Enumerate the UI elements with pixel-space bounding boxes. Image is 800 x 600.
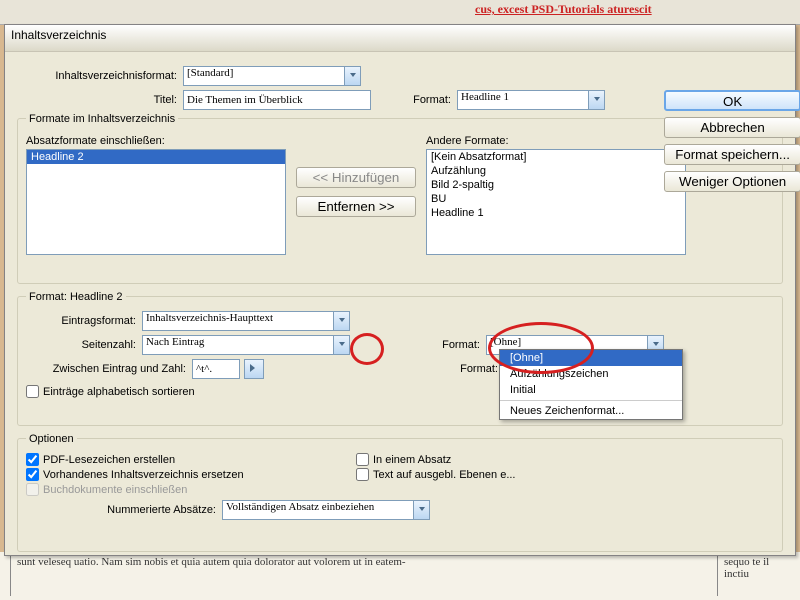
label-format3: Format: [436, 363, 504, 375]
label-replace: Vorhandenes Inhaltsverzeichnis ersetzen [43, 469, 244, 481]
label-titel: Titel: [17, 94, 183, 106]
include-item-headline2[interactable]: Headline 2 [27, 150, 285, 164]
dialog-title: Inhaltsverzeichnis [5, 25, 795, 52]
other-item[interactable]: Headline 1 [427, 206, 685, 220]
between-flyout-button[interactable] [244, 359, 264, 379]
remove-button[interactable]: Entfernen >> [296, 196, 416, 217]
combo-num-para[interactable]: Vollständigen Absatz einbeziehen [222, 500, 430, 520]
less-options-button[interactable]: Weniger Optionen [664, 171, 800, 192]
dropdown-item-new[interactable]: Neues Zeichenformat... [500, 403, 682, 419]
label-other: Andere Formate: [426, 135, 686, 147]
chk-book [26, 483, 39, 496]
combo-format1[interactable]: Headline 1 [457, 90, 605, 110]
dropdown-item-ohne[interactable]: [Ohne] [500, 350, 682, 366]
label-include: Absatzformate einschließen: [26, 135, 286, 147]
label-entry-format: Eintragsformat: [26, 315, 142, 327]
label-sort-alpha: Einträge alphabetisch sortieren [43, 386, 195, 398]
chk-sort-alpha[interactable] [26, 385, 39, 398]
input-titel[interactable] [183, 90, 371, 110]
group-optionen: Optionen [26, 433, 77, 439]
chk-replace[interactable] [26, 468, 39, 481]
combo-toc-format[interactable]: [Standard] [183, 66, 361, 86]
label-in-absatz: In einem Absatz [373, 454, 451, 466]
label-format1: Format: [391, 94, 457, 106]
listbox-other[interactable]: [Kein Absatzformat] Aufzählung Bild 2-sp… [426, 149, 686, 255]
label-format2: Format: [350, 339, 486, 351]
label-hidden: Text auf ausgebl. Ebenen e... [373, 469, 516, 481]
combo-page-num[interactable]: Nach Eintrag [142, 335, 350, 355]
chk-pdf[interactable] [26, 453, 39, 466]
dropdown-item-aufz[interactable]: Aufzählungszeichen [500, 366, 682, 382]
format3-dropdown[interactable]: [Ohne] Aufzählungszeichen Initial Neues … [499, 349, 683, 420]
cancel-button[interactable]: Abbrechen [664, 117, 800, 138]
add-button[interactable]: << Hinzufügen [296, 167, 416, 188]
other-item[interactable]: [Kein Absatzformat] [427, 150, 685, 164]
label-num-para: Nummerierte Absätze: [26, 504, 222, 516]
combo-entry-format[interactable]: Inhaltsverzeichnis-Haupttext [142, 311, 350, 331]
other-item[interactable]: BU [427, 192, 685, 206]
other-item[interactable]: Bild 2-spaltig [427, 178, 685, 192]
bg-tutorial-link: cus, excest PSD-Tutorials aturescit [475, 2, 775, 15]
label-pdf: PDF-Lesezeichen erstellen [43, 454, 175, 466]
group-format-h2: Format: Headline 2 [26, 291, 126, 297]
other-item[interactable]: Aufzählung [427, 164, 685, 178]
chk-hidden[interactable] [356, 468, 369, 481]
label-book: Buchdokumente einschließen [43, 484, 187, 496]
chk-in-absatz[interactable] [356, 453, 369, 466]
group-formats: Formate im Inhaltsverzeichnis [26, 113, 178, 119]
toc-dialog: Inhaltsverzeichnis Inhaltsverzeichnisfor… [4, 24, 796, 556]
dropdown-item-initial[interactable]: Initial [500, 382, 682, 398]
label-between: Zwischen Eintrag und Zahl: [26, 363, 192, 375]
label-page-num: Seitenzahl: [26, 339, 142, 351]
ok-button[interactable]: OK [664, 90, 800, 111]
input-between[interactable] [192, 359, 240, 379]
listbox-include[interactable]: Headline 2 [26, 149, 286, 255]
save-format-button[interactable]: Format speichern... [664, 144, 800, 165]
label-toc-format: Inhaltsverzeichnisformat: [17, 70, 183, 82]
